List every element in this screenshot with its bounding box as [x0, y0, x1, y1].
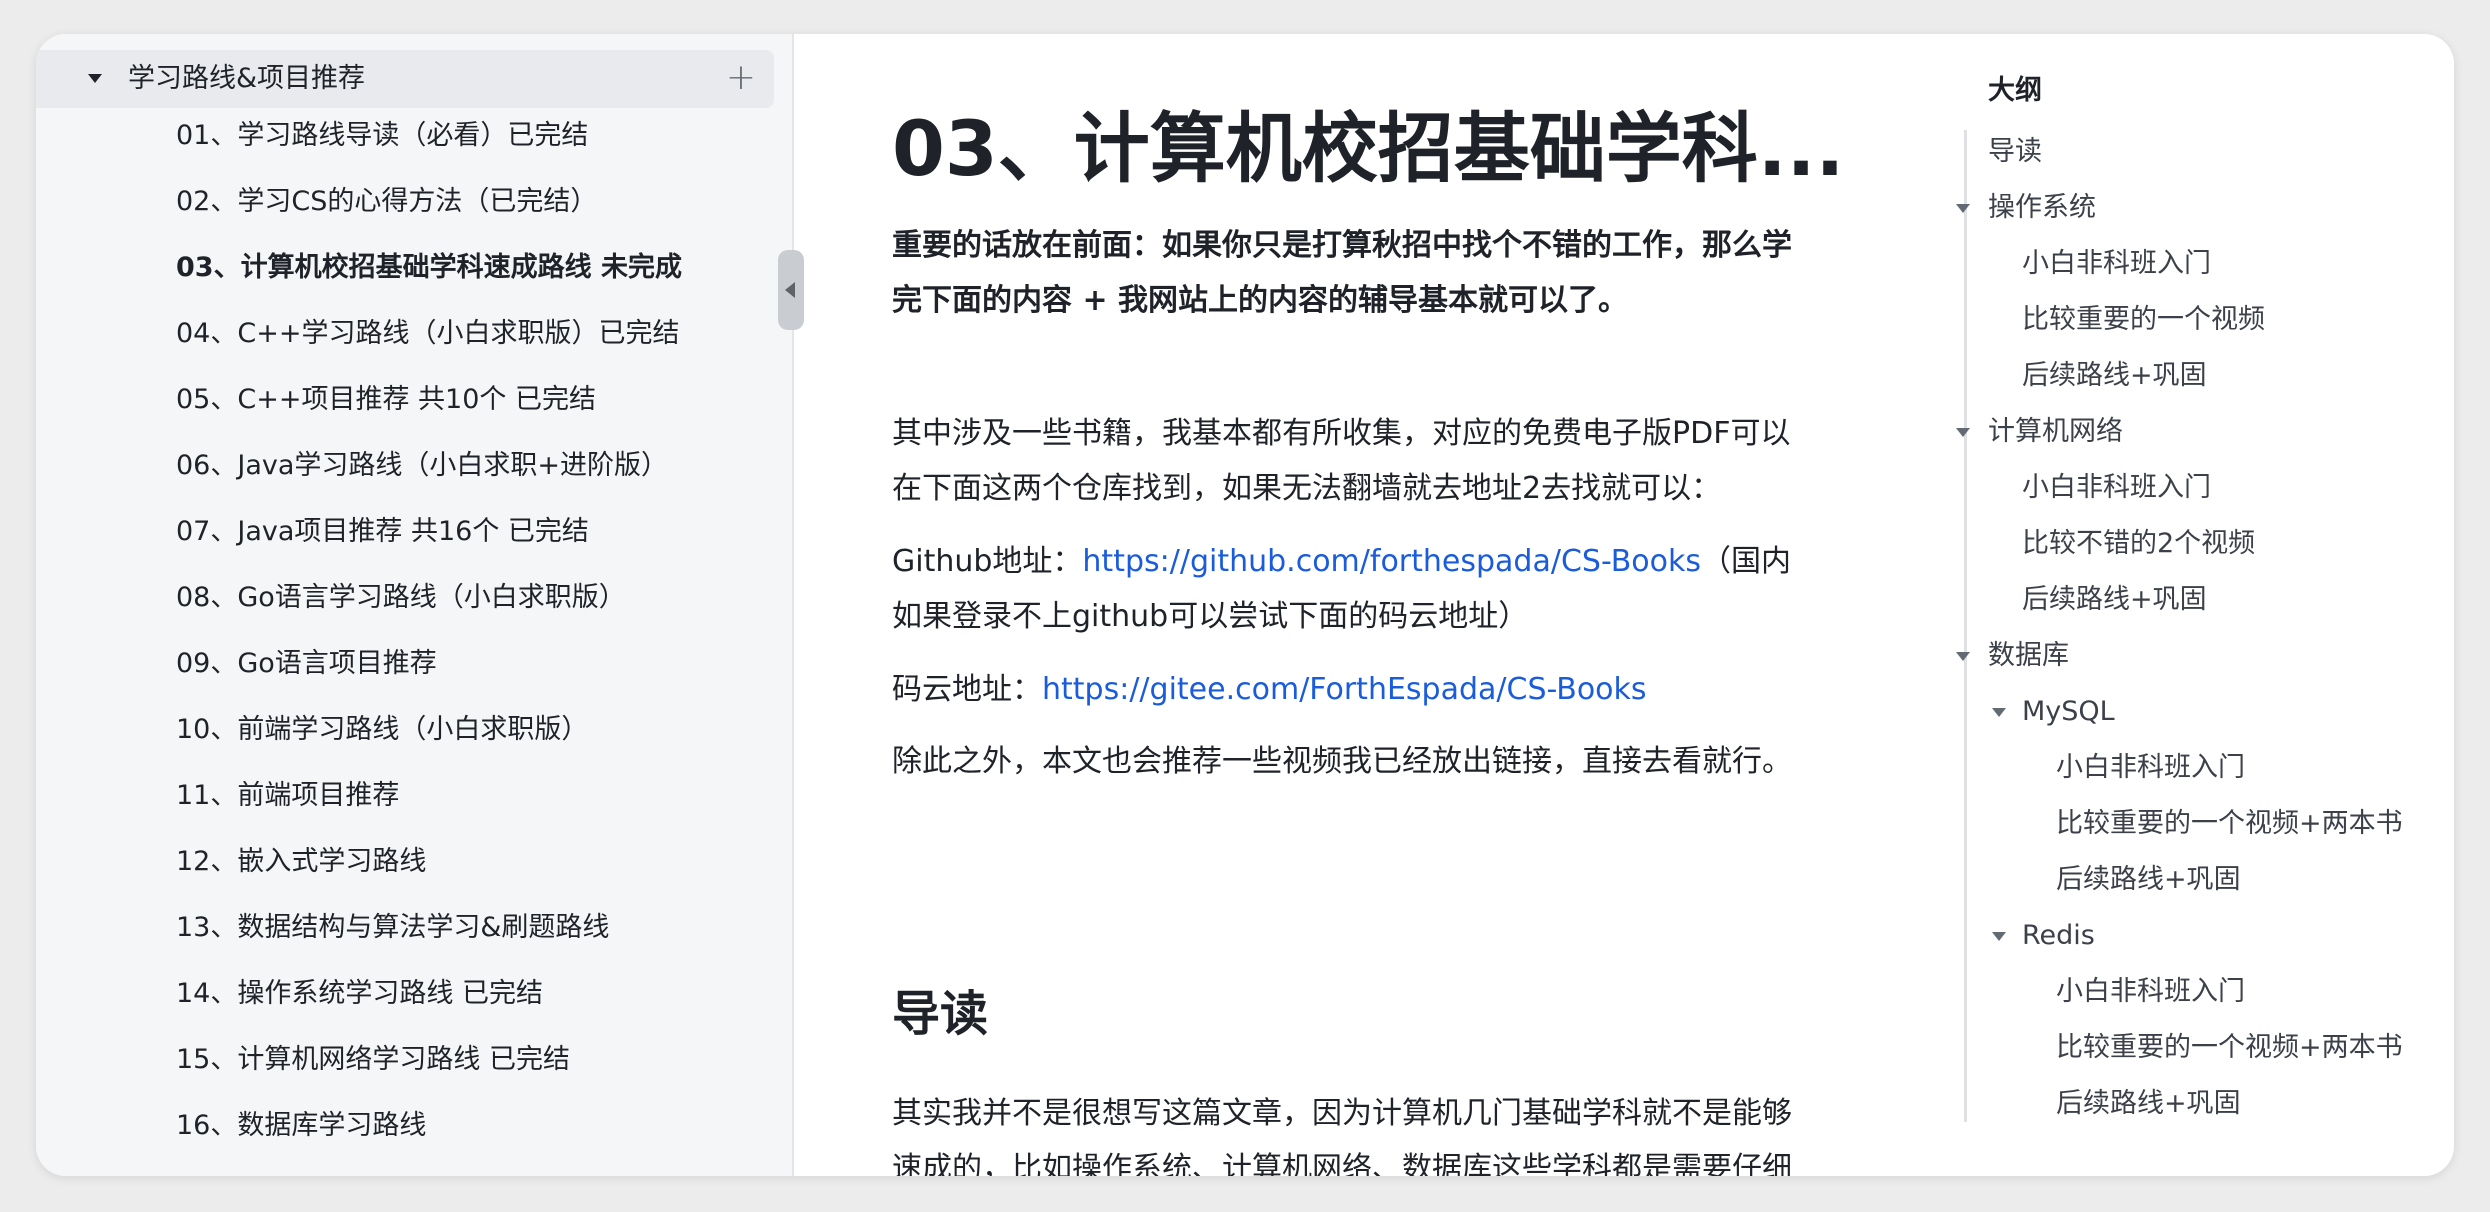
outline-item[interactable]: 比较重要的一个视频+两本书 — [2056, 804, 2403, 844]
tree-item[interactable]: 04、C++学习路线（小白求职版）已完结 — [176, 308, 679, 360]
outline-panel: 大纲 导读 操作系统 小白非科班入门 比较重要的一个视频 后续路线+巩固 计算机… — [1896, 34, 2454, 1176]
tree-item[interactable]: 10、前端学习路线（小白求职版） — [176, 704, 588, 756]
tree-item[interactable]: 05、C++项目推荐 共10个 已完结 — [176, 374, 596, 426]
tree-item-active[interactable]: 03、计算机校招基础学科速成路线 未完成 — [176, 242, 682, 294]
github-paragraph: Github地址：https://github.com/forthespada/… — [892, 534, 1802, 644]
outline-item[interactable]: 数据库 — [1988, 636, 2069, 676]
page-title: 03、计算机校招基础学科... — [892, 103, 1845, 193]
caret-down-icon[interactable] — [1956, 204, 1970, 213]
outline-item[interactable]: 小白非科班入门 — [2056, 972, 2245, 1012]
outline-item[interactable]: 操作系统 — [1988, 188, 2096, 228]
outline-item[interactable]: 小白非科班入门 — [2022, 244, 2211, 284]
tree-item[interactable]: 14、操作系统学习路线 已完结 — [176, 968, 543, 1020]
gitee-paragraph: 码云地址：https://gitee.com/ForthEspada/CS-Bo… — [892, 662, 1802, 717]
tree-item[interactable]: 06、Java学习路线（小白求职+进阶版） — [176, 440, 668, 492]
outline-rail — [1964, 130, 1967, 1122]
outline-item[interactable]: 计算机网络 — [1988, 412, 2123, 452]
outline-item[interactable]: Redis — [2022, 916, 2095, 956]
outline-item[interactable]: 比较重要的一个视频 — [2022, 300, 2265, 340]
outline-item[interactable]: 比较重要的一个视频+两本书 — [2056, 1028, 2403, 1068]
add-page-icon[interactable]: + — [722, 60, 760, 98]
doc-tree-sidebar: 学习路线&项目推荐 + 01、学习路线导读（必看）已完结 02、学习CS的心得方… — [36, 34, 794, 1176]
outline-item[interactable]: 后续路线+巩固 — [2022, 356, 2207, 396]
tree-group-learning-path[interactable]: 学习路线&项目推荐 + — [36, 50, 774, 108]
outline-item[interactable]: 比较不错的2个视频 — [2022, 524, 2255, 564]
outline-item[interactable]: 小白非科班入门 — [2056, 748, 2245, 788]
outline-item[interactable]: 后续路线+巩固 — [2056, 860, 2241, 900]
github-label: Github地址： — [892, 544, 1083, 579]
app-window: 学习路线&项目推荐 + 01、学习路线导读（必看）已完结 02、学习CS的心得方… — [36, 34, 2454, 1176]
books-paragraph: 其中涉及一些书籍，我基本都有所收集，对应的免费电子版PDF可以在下面这两个仓库找… — [892, 416, 1791, 506]
outline-item[interactable]: 后续路线+巩固 — [2056, 1084, 2241, 1124]
tree-item[interactable]: 02、学习CS的心得方法（已完结） — [176, 176, 597, 228]
tree-item[interactable]: 11、前端项目推荐 — [176, 770, 399, 822]
gitee-link[interactable]: https://gitee.com/ForthEspada/CS-Books — [1042, 672, 1647, 707]
tree-item[interactable]: 16、数据库学习路线 — [176, 1100, 426, 1152]
intro-paragraph: 重要的话放在前面：如果你只是打算秋招中找个不错的工作，那么学完下面的内容 + 我… — [892, 228, 1792, 318]
caret-down-icon[interactable] — [1992, 932, 2006, 941]
outline-item[interactable]: 导读 — [1988, 132, 2042, 172]
tree-group-label: 学习路线&项目推荐 — [128, 63, 366, 94]
caret-down-icon[interactable] — [1956, 428, 1970, 437]
tree-item[interactable]: 08、Go语言学习路线（小白求职版） — [176, 572, 626, 624]
tree-item[interactable]: 01、学习路线导读（必看）已完结 — [176, 110, 588, 162]
tree-item[interactable]: 09、Go语言项目推荐 — [176, 638, 437, 690]
caret-down-icon[interactable] — [1956, 652, 1970, 661]
section-heading-intro: 导读 — [892, 986, 989, 1042]
tree-item[interactable]: 15、计算机网络学习路线 已完结 — [176, 1034, 570, 1086]
outline-title: 大纲 — [1988, 75, 2042, 106]
github-link[interactable]: https://github.com/forthespada/CS-Books — [1082, 544, 1701, 579]
gitee-label: 码云地址： — [892, 672, 1042, 707]
tree-item[interactable]: 07、Java项目推荐 共16个 已完结 — [176, 506, 589, 558]
caret-down-icon[interactable] — [88, 74, 102, 83]
article-content: 03、计算机校招基础学科... 重要的话放在前面：如果你只是打算秋招中找个不错的… — [794, 34, 1894, 1176]
outline-item[interactable]: MySQL — [2022, 692, 2115, 732]
videos-paragraph: 除此之外，本文也会推荐一些视频我已经放出链接，直接去看就行。 — [892, 744, 1792, 779]
tree-item[interactable]: 13、数据结构与算法学习&刷题路线 — [176, 902, 609, 954]
outline-item[interactable]: 小白非科班入门 — [2022, 468, 2211, 508]
caret-down-icon[interactable] — [1992, 708, 2006, 717]
intro-body-paragraph: 其实我并不是很想写这篇文章，因为计算机几门基础学科就不是能够速成的，比如操作系统… — [892, 1096, 1792, 1176]
outline-item[interactable]: 后续路线+巩固 — [2022, 580, 2207, 620]
tree-item[interactable]: 12、嵌入式学习路线 — [176, 836, 426, 888]
